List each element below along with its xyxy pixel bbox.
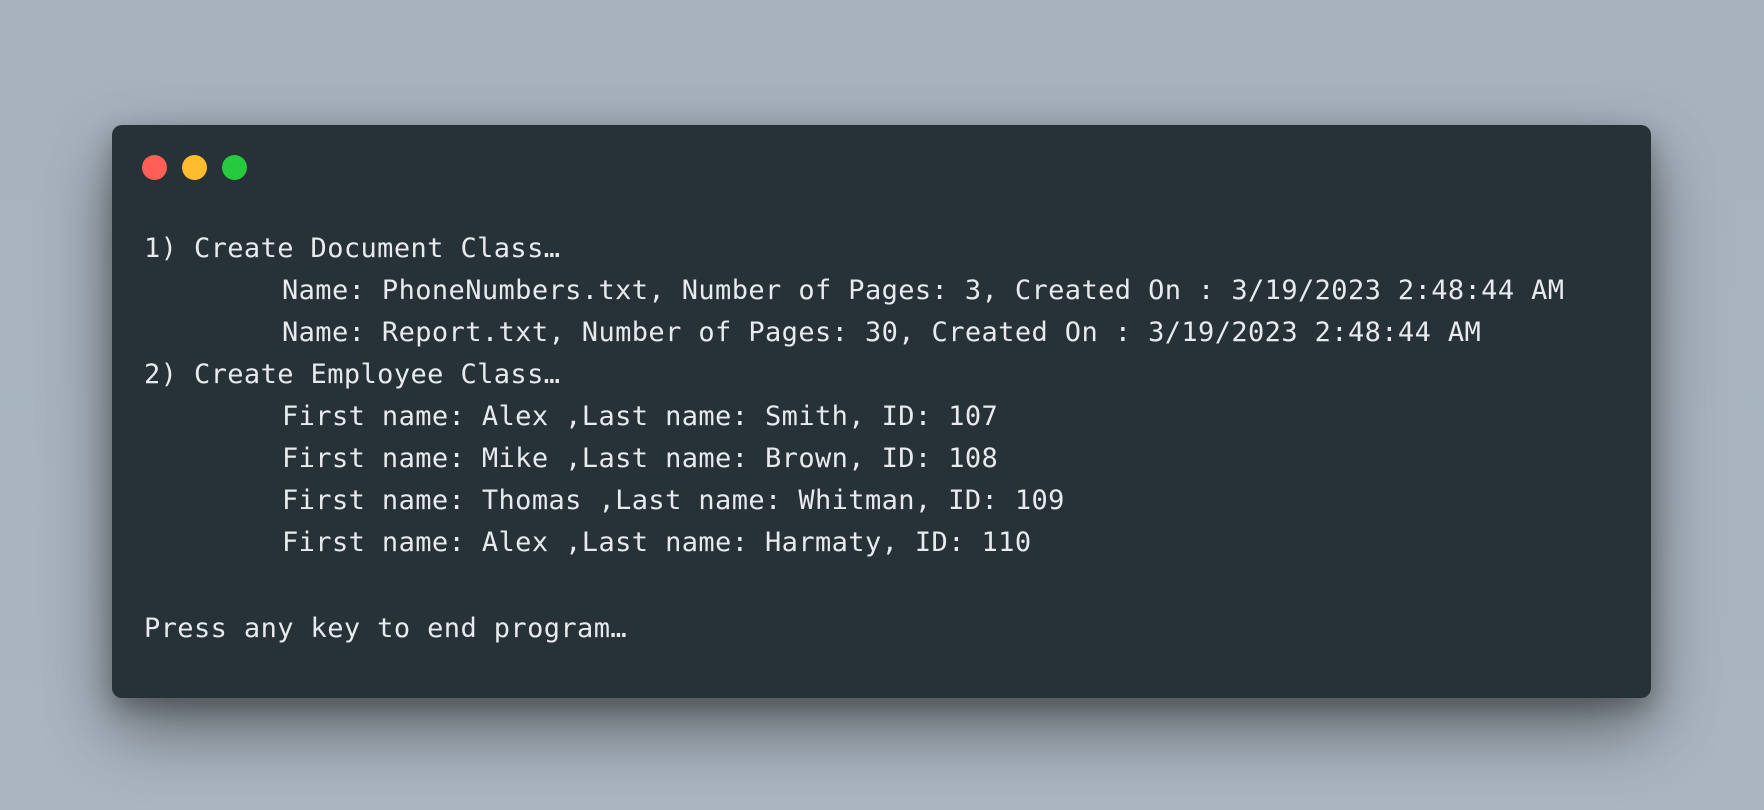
- output-prompt: Press any key to end program…: [144, 613, 628, 644]
- output-document-line: Name: PhoneNumbers.txt, Number of Pages:…: [282, 275, 1565, 306]
- output-employee-line: First name: Thomas ,Last name: Whitman, …: [282, 485, 1065, 516]
- minimize-button[interactable]: [182, 155, 207, 180]
- window-controls: [142, 155, 247, 180]
- output-employee-line: First name: Mike ,Last name: Brown, ID: …: [282, 443, 999, 474]
- output-employee-line: First name: Alex ,Last name: Harmaty, ID…: [282, 527, 1032, 558]
- terminal-output: 1) Create Document Class… Name: PhoneNum…: [144, 228, 1631, 650]
- terminal-window: 1) Create Document Class… Name: PhoneNum…: [112, 125, 1651, 698]
- close-button[interactable]: [142, 155, 167, 180]
- output-heading-employee: 2) Create Employee Class…: [144, 359, 561, 390]
- output-employee-line: First name: Alex ,Last name: Smith, ID: …: [282, 401, 999, 432]
- maximize-button[interactable]: [222, 155, 247, 180]
- output-document-line: Name: Report.txt, Number of Pages: 30, C…: [282, 317, 1482, 348]
- output-heading-document: 1) Create Document Class…: [144, 233, 561, 264]
